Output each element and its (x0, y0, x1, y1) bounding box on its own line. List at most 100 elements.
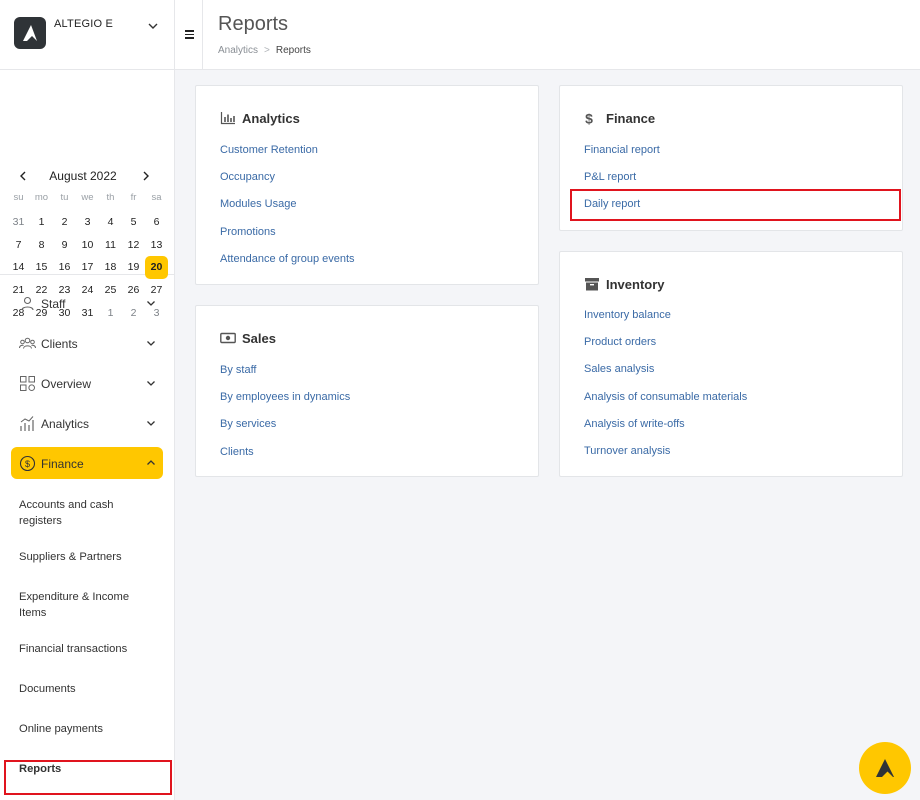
submenu-item-documents[interactable]: Documents (0, 671, 175, 711)
nav-item-overview[interactable]: Overview (11, 367, 163, 399)
bar-chart-icon (220, 112, 235, 125)
link-clients[interactable]: Clients (220, 444, 350, 471)
chevron-right-icon[interactable] (139, 169, 153, 183)
chevron-up-icon (147, 460, 155, 465)
nav-label: Clients (41, 337, 78, 351)
dollar-icon: $ (585, 111, 593, 125)
link-modules-usage[interactable]: Modules Usage (220, 196, 355, 223)
company-name: ALTEGIO E (54, 18, 114, 30)
altegio-logo-icon (14, 17, 46, 49)
calendar-weekday: we (81, 192, 94, 203)
link-turnover-analysis[interactable]: Turnover analysis (584, 443, 747, 470)
archive-box-icon (585, 278, 599, 291)
submenu-item-suppliers[interactable]: Suppliers & Partners (0, 539, 175, 579)
link-attendance-group-events[interactable]: Attendance of group events (220, 251, 355, 278)
calendar-day[interactable]: 13 (145, 234, 168, 257)
chevron-down-icon[interactable] (146, 19, 160, 33)
card-title-text: Finance (606, 111, 656, 126)
calendar-day[interactable]: 19 (122, 256, 145, 279)
card-links-analytics: Customer Retention Occupancy Modules Usa… (220, 142, 355, 278)
nav-label: Analytics (41, 417, 90, 431)
main-nav: Staff Clients Overview Analytics $ Finan… (0, 287, 175, 791)
nav-label: Overview (41, 377, 92, 391)
calendar-day-selected[interactable]: 20 (145, 256, 168, 280)
chevron-down-icon (147, 301, 155, 306)
calendar-weekday: mo (34, 192, 49, 203)
card-links-inventory: Inventory balance Product orders Sales a… (584, 307, 747, 470)
calendar-weekday: th (106, 192, 115, 203)
link-occupancy[interactable]: Occupancy (220, 169, 355, 196)
calendar-day[interactable]: 8 (30, 234, 53, 257)
calendar-day[interactable]: 15 (30, 256, 53, 279)
link-by-employees-dynamics[interactable]: By employees in dynamics (220, 389, 350, 416)
calendar-day[interactable]: 31 (7, 211, 30, 234)
link-consumable-materials[interactable]: Analysis of consumable materials (584, 389, 747, 416)
svg-text:$: $ (25, 459, 30, 469)
card-inventory: Inventory Inventory balance Product orde… (559, 251, 903, 477)
dollar-circle-icon: $ (19, 455, 36, 472)
card-title-text: Inventory (606, 277, 665, 292)
calendar-day[interactable]: 6 (145, 211, 168, 234)
altegio-logo-icon (876, 759, 894, 777)
company-switcher[interactable]: ALTEGIO E (0, 0, 174, 70)
calendar-day[interactable]: 16 (53, 256, 76, 279)
chevron-down-icon (147, 421, 155, 426)
link-write-offs[interactable]: Analysis of write-offs (584, 416, 747, 443)
calendar-day[interactable]: 11 (99, 234, 122, 257)
help-chat-button[interactable] (859, 742, 911, 794)
banknote-icon (220, 332, 236, 344)
link-financial-report[interactable]: Financial report (584, 142, 660, 169)
nav-item-staff[interactable]: Staff (11, 287, 163, 319)
top-header: Reports Analytics > Reports (175, 0, 920, 70)
hamburger-menu-icon[interactable] (175, 0, 203, 70)
card-title-inventory: Inventory (584, 277, 665, 292)
card-links-sales: By staff By employees in dynamics By ser… (220, 362, 350, 471)
calendar-day[interactable]: 10 (76, 234, 99, 257)
calendar-header: August 2022 (0, 168, 175, 186)
nav-item-finance[interactable]: $ Finance (11, 447, 163, 479)
nav-item-clients[interactable]: Clients (11, 327, 163, 359)
link-promotions[interactable]: Promotions (220, 224, 355, 251)
card-title-text: Analytics (242, 111, 300, 126)
calendar-day[interactable]: 1 (30, 211, 53, 234)
mini-calendar: August 2022 su mo tu we th fr sa 31 1 2 3 4 5 6 7 8 9 10 1… (0, 70, 175, 319)
calendar-day[interactable]: 2 (53, 211, 76, 234)
link-by-services[interactable]: By services (220, 416, 350, 443)
breadcrumb-link-analytics[interactable]: Analytics (218, 45, 258, 56)
breadcrumb-separator: > (264, 45, 270, 56)
calendar-day[interactable]: 17 (76, 256, 99, 279)
link-inventory-balance[interactable]: Inventory balance (584, 307, 747, 334)
submenu-item-accounts[interactable]: Accounts and cash registers (0, 487, 175, 539)
link-product-orders[interactable]: Product orders (584, 334, 747, 361)
card-analytics: Analytics Customer Retention Occupancy M… (195, 85, 539, 285)
sidebar: ALTEGIO E August 2022 su mo tu we th fr sa 31 1 2… (0, 0, 175, 800)
submenu-item-expenditure-income[interactable]: Expenditure & Income Items (0, 579, 175, 631)
calendar-weekday: tu (60, 192, 69, 203)
submenu-item-online-payments[interactable]: Online payments (0, 711, 175, 751)
calendar-weekday: fr (130, 192, 137, 203)
calendar-day[interactable]: 3 (76, 211, 99, 234)
breadcrumb: Analytics > Reports (218, 45, 311, 56)
calendar-day[interactable]: 14 (7, 256, 30, 279)
card-sales: Sales By staff By employees in dynamics … (195, 305, 539, 477)
chevron-down-icon (147, 341, 155, 346)
link-sales-analysis[interactable]: Sales analysis (584, 361, 747, 388)
calendar-day[interactable]: 12 (122, 234, 145, 257)
calendar-day[interactable]: 9 (53, 234, 76, 257)
analytics-icon (20, 416, 34, 431)
calendar-day[interactable]: 4 (99, 211, 122, 234)
calendar-day[interactable]: 5 (122, 211, 145, 234)
card-title-analytics: Analytics (220, 111, 300, 126)
submenu-item-transactions[interactable]: Financial transactions (0, 631, 175, 671)
calendar-weekday: sa (151, 192, 162, 203)
link-customer-retention[interactable]: Customer Retention (220, 142, 355, 169)
nav-item-analytics[interactable]: Analytics (11, 407, 163, 439)
users-icon (19, 337, 36, 349)
calendar-day[interactable]: 18 (99, 256, 122, 279)
breadcrumb-current: Reports (275, 45, 311, 56)
card-title-text: Sales (242, 331, 276, 346)
nav-label: Staff (41, 297, 66, 311)
card-title-finance: $ Finance (584, 111, 655, 126)
calendar-day[interactable]: 7 (7, 234, 30, 257)
link-by-staff[interactable]: By staff (220, 362, 350, 389)
